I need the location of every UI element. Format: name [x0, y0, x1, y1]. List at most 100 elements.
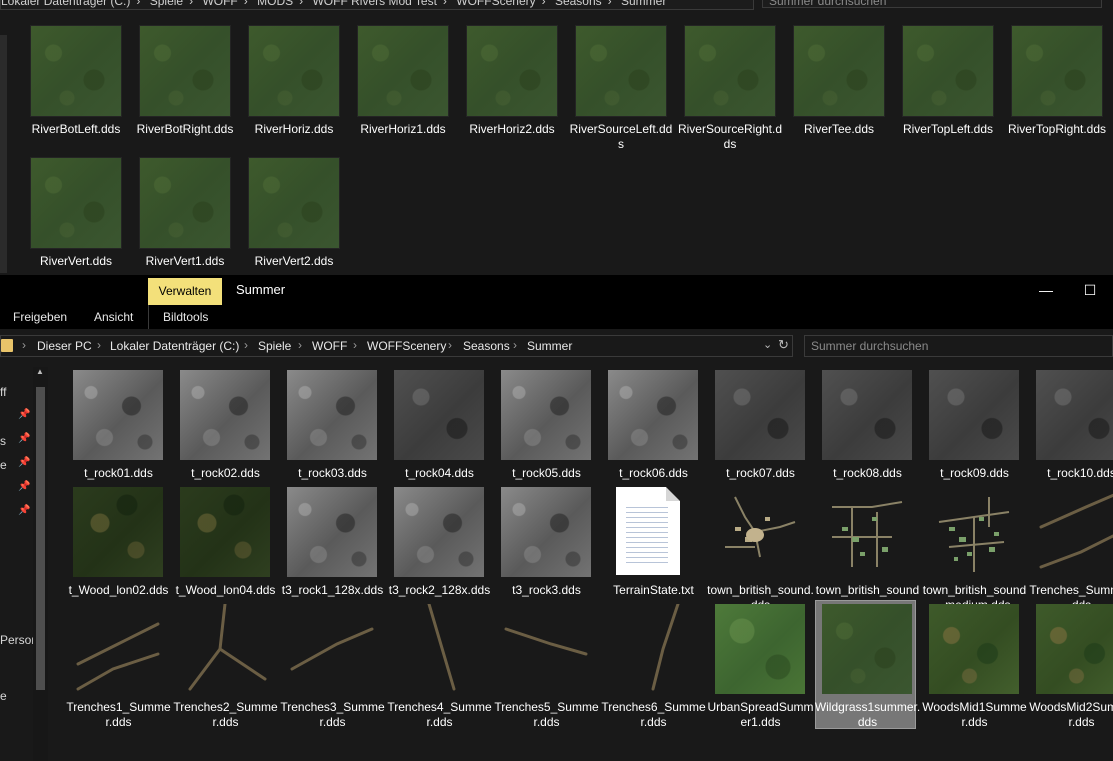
pin-icon: 📌 [18, 505, 31, 516]
pin-icon: 📌 [18, 457, 31, 468]
breadcrumb-item[interactable]: Summer [621, 0, 666, 8]
background-search-input[interactable]: Summer durchsuchen [762, 0, 1102, 8]
chevron-right-icon: › [22, 338, 26, 352]
file-thumbnail [576, 26, 666, 116]
nav-item[interactable]: e [0, 689, 7, 703]
file-thumbnail [1036, 370, 1113, 460]
file-name: Trenches3_Summer.dds [280, 700, 385, 729]
file-grid: t_rock01.dds t_rock02.dds t_rock03.dds t_ro… [55, 365, 1113, 761]
background-address-bar[interactable]: Lokaler Datenträger (C:) › Spiele › WOFF › … [0, 0, 754, 10]
file-thumbnail [467, 26, 557, 116]
file-name: WoodsMid1Summer.dds [922, 700, 1027, 729]
file-name: RiverVert2.dds [254, 254, 334, 268]
chevron-right-icon: › [298, 338, 302, 352]
file-name: t_rock01.dds [84, 466, 153, 480]
text-line [626, 557, 668, 558]
breadcrumb-drive[interactable]: Lokaler Datenträger (C:) [110, 339, 239, 353]
file-name: Trenches1_Summer.dds [66, 700, 171, 729]
file-thumbnail [180, 370, 270, 460]
nav-item[interactable]: s [0, 434, 6, 448]
file-thumbnail [73, 604, 163, 694]
breadcrumb-item[interactable]: Spiele [150, 0, 183, 8]
nav-scrollbar[interactable]: ▲ [33, 367, 48, 761]
file-name: t3_rock3.dds [512, 583, 581, 597]
file-name: RiverHoriz.dds [254, 122, 334, 136]
file-name: t_Wood_lon02.dds [68, 583, 169, 597]
chevron-right-icon: › [513, 338, 517, 352]
file-thumbnail [715, 487, 805, 577]
file-thumbnail [180, 602, 270, 694]
file-name: RiverBotRight.dds [136, 122, 234, 136]
file-name: RiverVert.dds [39, 254, 113, 268]
file-thumbnail [794, 26, 884, 116]
file-thumbnail [73, 370, 163, 460]
file-thumbnail [501, 370, 591, 460]
refresh-icon[interactable]: ↻ [778, 337, 789, 353]
breadcrumb-dieser-pc[interactable]: Dieser PC [37, 339, 92, 353]
file-thumbnail [140, 158, 230, 248]
tab-bildtools[interactable]: Bildtools [163, 310, 208, 324]
file-name: RiverTee.dds [803, 122, 875, 136]
text-line [626, 507, 668, 508]
file-name: TerrainState.txt [613, 583, 694, 597]
window-title: Summer [236, 282, 286, 297]
file-thumbnail [501, 604, 591, 694]
file-name: t_rock03.dds [298, 466, 367, 480]
tab-verwalten[interactable]: Verwalten [148, 278, 222, 305]
breadcrumb-item[interactable]: MODS [257, 0, 293, 8]
text-line [626, 562, 668, 563]
file-thumbnail [929, 370, 1019, 460]
file-thumbnail [31, 158, 121, 248]
file-thumbnail [608, 370, 698, 460]
file-name: RiverSourceLeft.dds [569, 122, 673, 151]
ribbon-divider [148, 305, 149, 329]
breadcrumb-item[interactable]: Seasons [555, 0, 602, 8]
title-bar: Verwalten Summer — ☐ [0, 275, 1113, 305]
breadcrumb-spiele[interactable]: Spiele [258, 339, 291, 353]
file-name: t_rock06.dds [619, 466, 688, 480]
tab-freigeben[interactable]: Freigeben [13, 310, 67, 324]
file-name: t_rock10.dds [1047, 466, 1113, 480]
breadcrumb-item[interactable]: WOFFScenery [456, 0, 535, 8]
nav-item[interactable]: e [0, 458, 7, 472]
scrollbar-thumb[interactable] [36, 387, 45, 690]
file-thumbnail [73, 487, 163, 577]
file-name: Wildgrass1summer.dds [814, 700, 921, 729]
folder-icon [1, 339, 13, 352]
text-line [626, 517, 668, 518]
address-bar[interactable]: › Dieser PC › Lokaler Datenträger (C:) ›… [0, 335, 793, 357]
scroll-up-icon[interactable]: ▲ [36, 367, 44, 376]
file-name: t_Wood_lon04.dds [175, 583, 276, 597]
search-input[interactable]: Summer durchsuchen [804, 335, 1113, 357]
file-name: t_rock07.dds [726, 466, 795, 480]
tab-ansicht[interactable]: Ansicht [94, 310, 133, 324]
file-thumbnail [822, 487, 912, 577]
file-thumbnail [249, 158, 339, 248]
trench-texture-icon [427, 602, 456, 691]
chevron-right-icon: › [448, 338, 452, 352]
maximize-button[interactable]: ☐ [1080, 281, 1100, 299]
file-thumbnail [929, 487, 1019, 577]
breadcrumb-item[interactable]: WOFF Rivers Mod Test [312, 0, 436, 8]
file-thumbnail [394, 370, 484, 460]
breadcrumb-woff[interactable]: WOFF [312, 339, 347, 353]
file-thumbnail [394, 602, 484, 694]
file-thumbnail [180, 487, 270, 577]
background-nav-scrollbar[interactable] [0, 35, 7, 273]
text-line [626, 522, 668, 523]
town-map-icon [832, 501, 903, 567]
minimize-button[interactable]: — [1036, 281, 1056, 299]
breadcrumb-seasons[interactable]: Seasons [463, 339, 510, 353]
pin-icon: 📌 [18, 433, 31, 444]
text-line [626, 542, 668, 543]
breadcrumb-summer[interactable]: Summer [527, 339, 572, 353]
breadcrumb-item[interactable]: Lokaler Datenträger (C:) [1, 0, 130, 8]
breadcrumb-item[interactable]: WOFF [202, 0, 237, 8]
chevron-down-icon[interactable]: ⌄ [763, 338, 772, 351]
file-thumbnail [822, 604, 912, 694]
breadcrumb-woffscenery[interactable]: WOFFScenery [367, 339, 446, 353]
text-line [626, 527, 668, 528]
nav-item[interactable]: ff [0, 385, 6, 399]
file-thumbnail [903, 26, 993, 116]
text-line [626, 537, 668, 538]
